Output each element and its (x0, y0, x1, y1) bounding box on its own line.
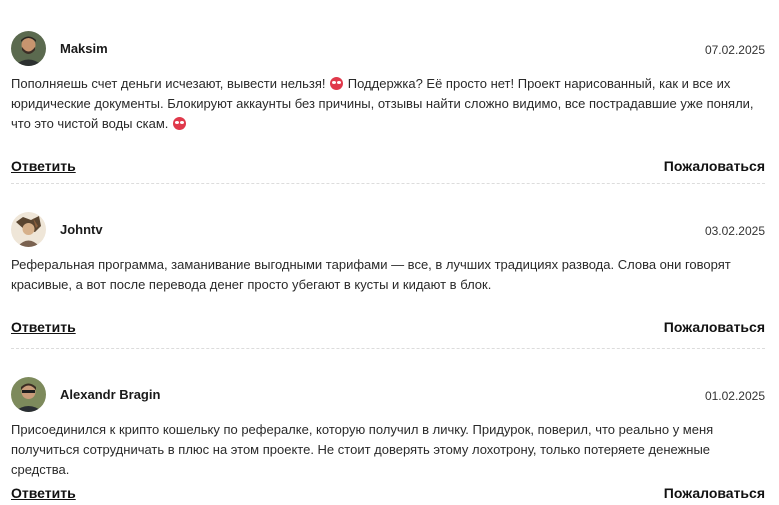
comment-text: Реферальная программа, заманивание выгод… (11, 257, 731, 292)
report-button[interactable]: Пожаловаться (664, 319, 765, 335)
comment-divider (11, 183, 765, 184)
avatar (11, 31, 46, 66)
comment-text: Присоединился к крипто кошельку по рефер… (11, 422, 714, 477)
comment-text: Пополняешь счет деньги исчезают, вывести… (11, 74, 765, 134)
comment-header: Johntv 03.02.2025 (11, 212, 765, 248)
comment-actions: Ответить Пожаловаться (11, 319, 765, 339)
comment-author: Maksim (60, 41, 108, 56)
reply-link[interactable]: Ответить (11, 158, 76, 174)
report-button[interactable]: Пожаловаться (664, 158, 765, 174)
comment-date: 07.02.2025 (704, 43, 765, 57)
comment-author: Johntv (60, 222, 103, 237)
comment-header: Alexandr Bragin 01.02.2025 (11, 377, 765, 413)
angry-face-icon (330, 77, 344, 90)
comment-header: Maksim 07.02.2025 (11, 31, 765, 67)
avatar (11, 212, 46, 247)
comment-text-part: Пополняешь счет деньги исчезают, вывести… (11, 76, 330, 91)
angry-face-icon (172, 117, 186, 130)
comment-divider (11, 348, 765, 349)
comment-card: Maksim 07.02.2025 Пополняешь счет деньги… (11, 31, 765, 178)
avatar (11, 377, 46, 412)
comment-actions: Ответить Пожаловаться (11, 158, 765, 178)
comment-date: 03.02.2025 (704, 224, 765, 238)
comment-date: 01.02.2025 (704, 389, 765, 403)
report-button[interactable]: Пожаловаться (664, 485, 765, 501)
reply-link[interactable]: Ответить (11, 319, 76, 335)
reply-link[interactable]: Ответить (11, 485, 76, 501)
comment-card: Alexandr Bragin 01.02.2025 Присоединился… (11, 377, 765, 505)
comment-card: Johntv 03.02.2025 Реферальная программа,… (11, 212, 765, 339)
comment-author: Alexandr Bragin (60, 387, 161, 402)
comment-actions: Ответить Пожаловаться (11, 485, 765, 505)
